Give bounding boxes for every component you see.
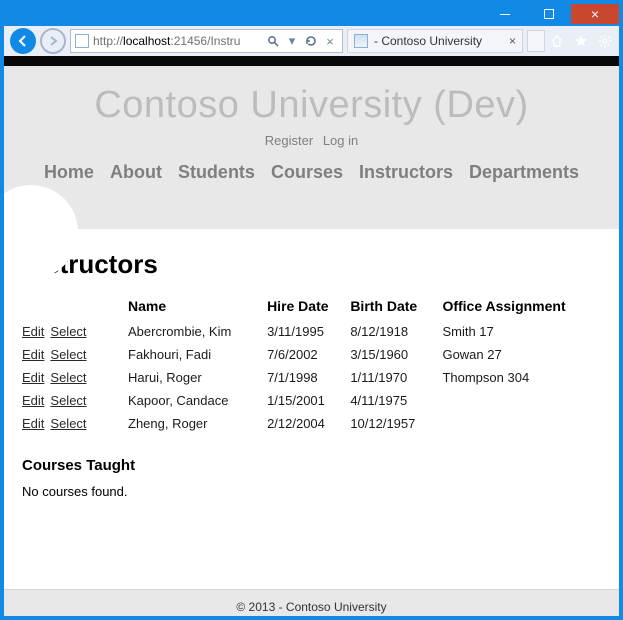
table-row: Edit Select Zheng, Roger2/12/200410/12/195… (22, 412, 601, 435)
main-nav: Home About Students Courses Instructors … (4, 162, 619, 183)
page-footer: © 2013 - Contoso University (4, 589, 619, 616)
tab-close-button[interactable]: × (509, 34, 516, 48)
cell-office: Smith 17 (442, 320, 601, 343)
cell-hire: 7/1/1998 (267, 366, 350, 389)
cell-hire: 7/6/2002 (267, 343, 350, 366)
cell-birth: 1/11/1970 (350, 366, 442, 389)
top-black-bar (4, 56, 619, 66)
cell-name: Harui, Roger (128, 366, 267, 389)
select-link[interactable]: Select (50, 324, 86, 339)
url-text: http://localhost:21456/Instru (93, 34, 261, 48)
cell-office (442, 412, 601, 435)
cell-office: Gowan 27 (442, 343, 601, 366)
edit-link[interactable]: Edit (22, 347, 44, 362)
edit-link[interactable]: Edit (22, 324, 44, 339)
browser-toolbar: http://localhost:21456/Instru ▾ × - Cont… (4, 26, 619, 57)
window-maximize-button[interactable] (527, 4, 571, 24)
cell-birth: 4/11/1975 (350, 389, 442, 412)
window-minimize-button[interactable] (483, 4, 527, 24)
tab-title: - Contoso University (374, 34, 503, 48)
cell-name: Abercrombie, Kim (128, 320, 267, 343)
browser-tab[interactable]: - Contoso University × (347, 29, 523, 53)
dropdown-icon[interactable]: ▾ (284, 33, 300, 49)
refresh-icon[interactable] (303, 35, 319, 47)
cell-name: Fakhouri, Fadi (128, 343, 267, 366)
forward-button[interactable] (40, 28, 66, 54)
window-close-button[interactable]: × (571, 4, 619, 24)
courses-taught-heading: Courses Taught (22, 457, 601, 474)
col-office: Office Assignment (442, 294, 601, 320)
page-viewport: Contoso University (Dev) Register Log in… (4, 56, 619, 616)
tab-favicon-icon (354, 34, 368, 48)
edit-link[interactable]: Edit (22, 393, 44, 408)
col-hire: Hire Date (267, 294, 350, 320)
cell-name: Zheng, Roger (128, 412, 267, 435)
cell-hire: 2/12/2004 (267, 412, 350, 435)
edit-link[interactable]: Edit (22, 370, 44, 385)
no-courses-message: No courses found. (22, 484, 601, 499)
table-row: Edit Select Abercrombie, Kim3/11/19958/12/… (22, 320, 601, 343)
site-title: Contoso University (Dev) (4, 84, 619, 127)
window-titlebar: × (4, 4, 619, 26)
home-icon[interactable] (549, 33, 565, 49)
login-link[interactable]: Log in (323, 133, 358, 148)
cell-birth: 3/15/1960 (350, 343, 442, 366)
instructors-table: Name Hire Date Birth Date Office Assignm… (22, 294, 601, 435)
page-heading: Instructors (22, 249, 601, 280)
select-link[interactable]: Select (50, 393, 86, 408)
favorites-icon[interactable] (573, 33, 589, 49)
back-button[interactable] (10, 28, 36, 54)
register-link[interactable]: Register (265, 133, 313, 148)
url-favicon-icon (75, 34, 89, 48)
nav-instructors[interactable]: Instructors (359, 162, 453, 183)
nav-about[interactable]: About (110, 162, 162, 183)
table-row: Edit Select Fakhouri, Fadi7/6/20023/15/196… (22, 343, 601, 366)
cell-birth: 10/12/1957 (350, 412, 442, 435)
nav-departments[interactable]: Departments (469, 162, 579, 183)
edit-link[interactable]: Edit (22, 416, 44, 431)
search-icon[interactable] (265, 35, 281, 47)
select-link[interactable]: Select (50, 370, 86, 385)
select-link[interactable]: Select (50, 416, 86, 431)
nav-home[interactable]: Home (44, 162, 94, 183)
table-row: Edit Select Harui, Roger7/1/19981/11/1970T… (22, 366, 601, 389)
col-name: Name (128, 294, 267, 320)
table-row: Edit Select Kapoor, Candace1/15/20014/11/1… (22, 389, 601, 412)
col-birth: Birth Date (350, 294, 442, 320)
cell-name: Kapoor, Candace (128, 389, 267, 412)
cell-hire: 3/11/1995 (267, 320, 350, 343)
cell-hire: 1/15/2001 (267, 389, 350, 412)
nav-courses[interactable]: Courses (271, 162, 343, 183)
select-link[interactable]: Select (50, 347, 86, 362)
cell-office (442, 389, 601, 412)
nav-students[interactable]: Students (178, 162, 255, 183)
cell-office: Thompson 304 (442, 366, 601, 389)
settings-icon[interactable] (597, 33, 613, 49)
cell-birth: 8/12/1918 (350, 320, 442, 343)
new-tab-button[interactable] (527, 30, 545, 52)
address-bar[interactable]: http://localhost:21456/Instru ▾ × (70, 29, 343, 53)
stop-icon[interactable]: × (322, 34, 338, 49)
